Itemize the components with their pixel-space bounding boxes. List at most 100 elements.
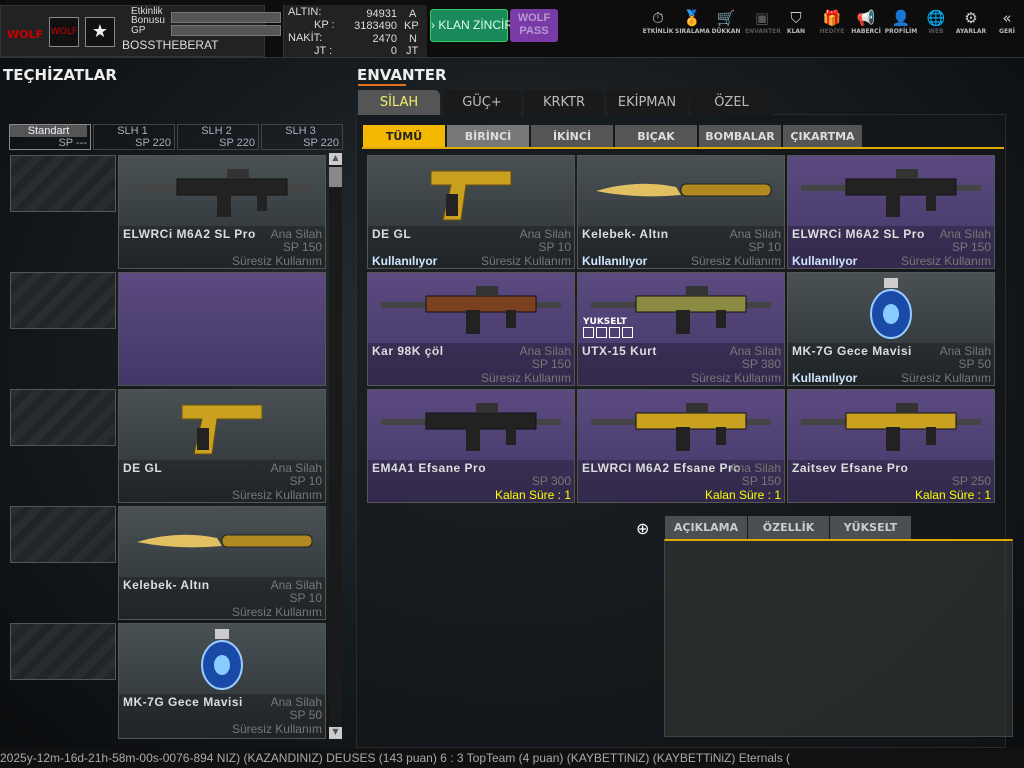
item-name: EM4A1 Efsane Pro bbox=[372, 461, 487, 475]
item-info: DE GL Ana Silah SP 10 Süresiz Kullanım bbox=[119, 460, 325, 502]
loadout-tab-0[interactable]: Standart SP --- bbox=[9, 124, 91, 150]
tab-4[interactable]: ÖZEL bbox=[690, 90, 773, 115]
inventory-item-4[interactable]: UTX-15 Kurt Ana Silah SP 380 Süresiz Kullan… bbox=[577, 272, 785, 386]
item-remaining-time: Kalan Süre : 1 bbox=[914, 488, 991, 502]
scroll-down-arrow-icon[interactable]: ▼ bbox=[329, 727, 342, 739]
jt-label: JT : bbox=[314, 45, 333, 57]
scroll-up-arrow-icon[interactable]: ▲ bbox=[329, 153, 342, 165]
equipment-scrollbar[interactable]: ▲ ▼ bbox=[329, 153, 342, 739]
item-name: Kelebek- Altın bbox=[582, 227, 669, 241]
nav-label: WEB bbox=[928, 28, 944, 35]
tab-0[interactable]: SİLAH bbox=[358, 90, 440, 115]
equipment-slot-1[interactable] bbox=[118, 272, 326, 386]
empty-sub-slot[interactable] bbox=[10, 623, 116, 680]
item-name: DE GL bbox=[123, 461, 163, 475]
empty-sub-slot[interactable] bbox=[10, 272, 116, 329]
item-sp: SP 150 bbox=[531, 357, 571, 371]
weapon-image bbox=[788, 390, 994, 460]
scroll-thumb[interactable] bbox=[329, 167, 342, 187]
nav-ayarlar-button[interactable]: ⚙ AYARLAR bbox=[954, 8, 988, 35]
nav-icon-1-icon: 🏅 bbox=[682, 9, 702, 27]
inventory-item-3[interactable]: Kar 98K çöl Ana Silah SP 150 Süresiz Kullan… bbox=[367, 272, 575, 386]
subtab-4[interactable]: BOMBALAR bbox=[699, 125, 781, 148]
loadout-tab-2[interactable]: SLH 2 SP 220 bbox=[177, 124, 259, 150]
inventory-item-0[interactable]: DE GL Ana Silah SP 10 Süresiz Kullanım Kulla… bbox=[367, 155, 575, 269]
item-name: Kar 98K çöl bbox=[372, 344, 444, 358]
match-ticker: 2025y-12m-16d-21h-58m-00s-0076-894 NIZ) … bbox=[0, 749, 1024, 768]
nav-web-button[interactable]: 🌐 WEB bbox=[919, 8, 953, 35]
equipment-slot-3[interactable]: Kelebek- Altın Ana Silah SP 10 Süresiz Kull… bbox=[118, 506, 326, 620]
subtab-5[interactable]: ÇIKARTMA bbox=[783, 125, 862, 148]
equipment-slot-0[interactable]: ELWRCi M6A2 SL Pro Ana Silah SP 150 Süresiz… bbox=[118, 155, 326, 269]
loadout-tab-3[interactable]: SLH 3 SP 220 bbox=[261, 124, 343, 150]
item-info: ELWRCI M6A2 Efsane Pro Ana Silah SP 150 Kal… bbox=[578, 460, 784, 502]
inventory-item-5[interactable]: MK-7G Gece Mavisi Ana Silah SP 50 Süresiz K… bbox=[787, 272, 995, 386]
equipment-slot-4[interactable]: MK-7G Gece Mavisi Ana Silah SP 50 Süresiz K… bbox=[118, 623, 326, 739]
wolf-pass-button[interactable]: WOLF PASS bbox=[510, 9, 558, 42]
tab-2[interactable]: KRKTR bbox=[524, 90, 604, 115]
nav-icon-0-icon: ⏱ bbox=[652, 9, 664, 27]
nav-icon-5-icon: 🎁 bbox=[822, 9, 842, 27]
item-info: ELWRCi M6A2 SL Pro Ana Silah SP 150 Süresiz… bbox=[788, 226, 994, 268]
item-type: Ana Silah bbox=[519, 227, 571, 241]
kp-value: 3183490 bbox=[354, 20, 397, 32]
upgrade-slot bbox=[622, 327, 633, 338]
nav-icon-3-icon: ▣ bbox=[754, 9, 770, 27]
subtab-0[interactable]: TÜMÜ bbox=[363, 125, 445, 148]
zoom-in-icon[interactable]: ⊕ bbox=[636, 519, 649, 538]
jt-value: 0 bbox=[390, 45, 397, 57]
nakit-value: 2470 bbox=[372, 33, 397, 45]
subtab-2[interactable]: İKİNCİ bbox=[531, 125, 613, 148]
rank-star-icon[interactable]: ★ bbox=[85, 17, 115, 47]
loadout-name: SLH 2 bbox=[201, 125, 232, 137]
nav-geri̇-button[interactable]: «GERİ bbox=[990, 8, 1024, 35]
inventory-item-8[interactable]: Zaitsev Efsane Pro SP 250 Kalan Süre : 1 bbox=[787, 389, 995, 503]
item-sp: SP 250 bbox=[951, 474, 991, 488]
item-info: Kelebek- Altın Ana Silah SP 10 Süresiz Kull… bbox=[578, 226, 784, 268]
nav-etki̇nli̇k-button[interactable]: ⏱ ETKİNLİK bbox=[641, 8, 675, 35]
nav-profi̇li̇m-button[interactable]: 👤 PROFİLİM bbox=[884, 8, 918, 35]
empty-sub-slot[interactable] bbox=[10, 389, 116, 446]
nakit-unit: N bbox=[409, 33, 417, 45]
nav-icon-9-icon: ⚙ bbox=[964, 9, 978, 27]
tab-3[interactable]: EKİPMAN bbox=[607, 90, 687, 115]
item-name: MK-7G Gece Mavisi bbox=[792, 344, 912, 358]
item-name: DE GL bbox=[372, 227, 412, 241]
nav-klan-button[interactable]: ⛉ KLAN bbox=[779, 8, 813, 35]
nav-hedi̇ye-button[interactable]: 🎁 HEDİYE bbox=[815, 8, 849, 35]
item-info: MK-7G Gece Mavisi Ana Silah SP 50 Süresiz K… bbox=[788, 343, 994, 385]
loadout-name: Standart bbox=[10, 125, 87, 137]
details-tab-0[interactable]: AÇIKLAMA bbox=[665, 516, 747, 540]
clan-emblem[interactable]: WOLF bbox=[49, 17, 79, 47]
item-info: EM4A1 Efsane Pro SP 300 Kalan Süre : 1 bbox=[368, 460, 574, 502]
item-duration: Süresiz Kullanım bbox=[231, 722, 322, 736]
event-bonus-bar bbox=[171, 12, 281, 23]
subtab-3[interactable]: BIÇAK bbox=[615, 125, 697, 148]
jt-unit: JT bbox=[406, 45, 419, 57]
upgrade-label: YUKSELT bbox=[583, 317, 627, 327]
inventory-item-7[interactable]: ELWRCI M6A2 Efsane Pro Ana Silah SP 150 Kal… bbox=[577, 389, 785, 503]
nav-icon-6-icon: 📢 bbox=[856, 9, 876, 27]
item-remaining-time: Kalan Süre : 1 bbox=[704, 488, 781, 502]
klan-zinciri-button[interactable]: › KLAN ZİNCİRİ ‹ bbox=[430, 9, 524, 42]
game-logo: WOLF bbox=[6, 28, 43, 41]
nav-dükkan-button[interactable]: 🛒 DÜKKAN bbox=[709, 8, 743, 35]
nav-siralama-button[interactable]: 🏅 SIRALAMA bbox=[675, 8, 710, 35]
tab-1[interactable]: GÜÇ+ bbox=[443, 90, 521, 115]
item-name: ELWRCi M6A2 SL Pro bbox=[792, 227, 925, 241]
inventory-item-1[interactable]: Kelebek- Altın Ana Silah SP 10 Süresiz Kull… bbox=[577, 155, 785, 269]
nav-haberci̇-button[interactable]: 📢 HABERCİ bbox=[849, 8, 883, 35]
empty-sub-slot[interactable] bbox=[10, 155, 116, 212]
empty-sub-slot[interactable] bbox=[10, 506, 116, 563]
details-tab-1[interactable]: ÖZELLİK bbox=[748, 516, 829, 540]
nav-envanter-button[interactable]: ▣ ENVANTER bbox=[745, 8, 781, 35]
loadout-tab-1[interactable]: SLH 1 SP 220 bbox=[93, 124, 175, 150]
subtab-1[interactable]: BİRİNCİ bbox=[447, 125, 529, 148]
inventory-item-2[interactable]: ELWRCi M6A2 SL Pro Ana Silah SP 150 Süresiz… bbox=[787, 155, 995, 269]
details-tab-2[interactable]: YÜKSELT bbox=[830, 516, 911, 540]
item-info: MK-7G Gece Mavisi Ana Silah SP 50 Süresiz K… bbox=[119, 694, 325, 738]
weapon-image bbox=[788, 156, 994, 226]
inventory-item-6[interactable]: EM4A1 Efsane Pro SP 300 Kalan Süre : 1 bbox=[367, 389, 575, 503]
equipment-slot-2[interactable]: DE GL Ana Silah SP 10 Süresiz Kullanım bbox=[118, 389, 326, 503]
nav-icon-2-icon: 🛒 bbox=[716, 9, 736, 27]
